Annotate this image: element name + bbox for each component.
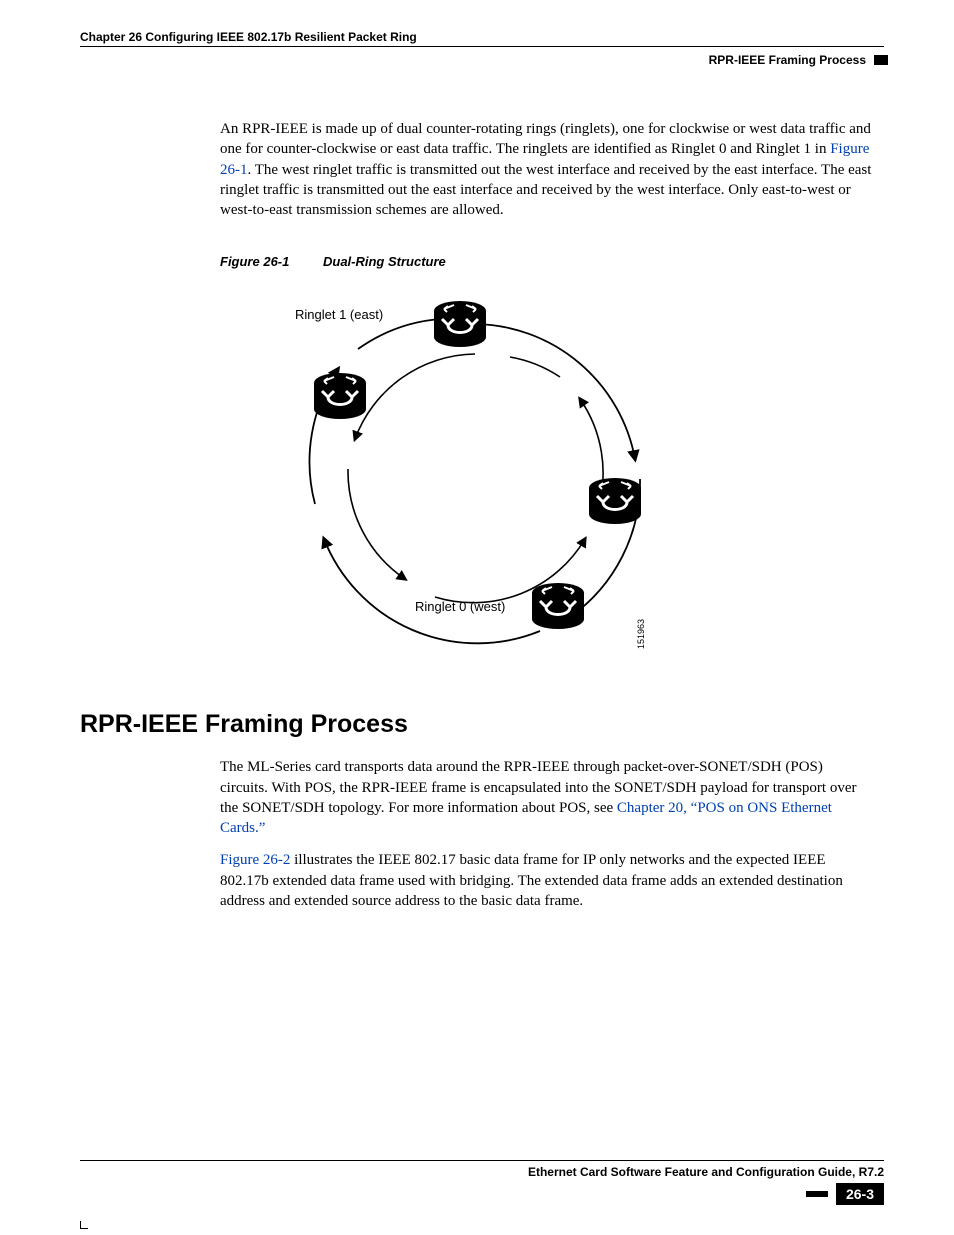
section-header-row: RPR-IEEE Framing Process	[80, 53, 884, 67]
footer-rule	[80, 1160, 884, 1161]
section-header-text: RPR-IEEE Framing Process	[709, 53, 866, 67]
p1-text-a: An RPR-IEEE is made up of dual counter-r…	[220, 121, 871, 157]
footer-guide-title: Ethernet Card Software Feature and Confi…	[80, 1165, 884, 1179]
page-footer: Ethernet Card Software Feature and Confi…	[80, 1160, 884, 1205]
router-node-icon	[434, 301, 486, 347]
header-ornament-icon	[874, 55, 884, 65]
router-node-icon	[532, 583, 584, 629]
framing-paragraph-1: The ML-Series card transports data aroun…	[220, 757, 874, 838]
ringlet1-label: Ringlet 1 (east)	[295, 307, 383, 322]
crop-mark-icon	[80, 1221, 88, 1229]
p1-text-b: . The west ringlet traffic is transmitte…	[220, 162, 871, 219]
ringlet0-label: Ringlet 0 (west)	[415, 599, 505, 614]
figure-number: Figure 26-1	[220, 254, 289, 269]
intro-paragraph: An RPR-IEEE is made up of dual counter-r…	[220, 119, 874, 220]
page-number: 26-3	[836, 1183, 884, 1205]
figure-dual-ring: Ringlet 1 (east) Ringlet 0 (west) 151963	[240, 279, 884, 664]
chapter-header: Chapter 26 Configuring IEEE 802.17b Resi…	[80, 30, 884, 47]
router-node-icon	[314, 373, 366, 419]
p3-text-a: illustrates the IEEE 802.17 basic data f…	[220, 852, 843, 909]
framing-paragraph-2: Figure 26-2 illustrates the IEEE 802.17 …	[220, 850, 874, 911]
figure-caption: Figure 26-1 Dual-Ring Structure	[220, 254, 884, 269]
figure-title: Dual-Ring Structure	[323, 254, 446, 269]
router-node-icon	[589, 478, 641, 524]
figure-id-label: 151963	[636, 619, 646, 649]
figure-26-2-link[interactable]: Figure 26-2	[220, 852, 290, 868]
section-heading: RPR-IEEE Framing Process	[80, 710, 884, 739]
